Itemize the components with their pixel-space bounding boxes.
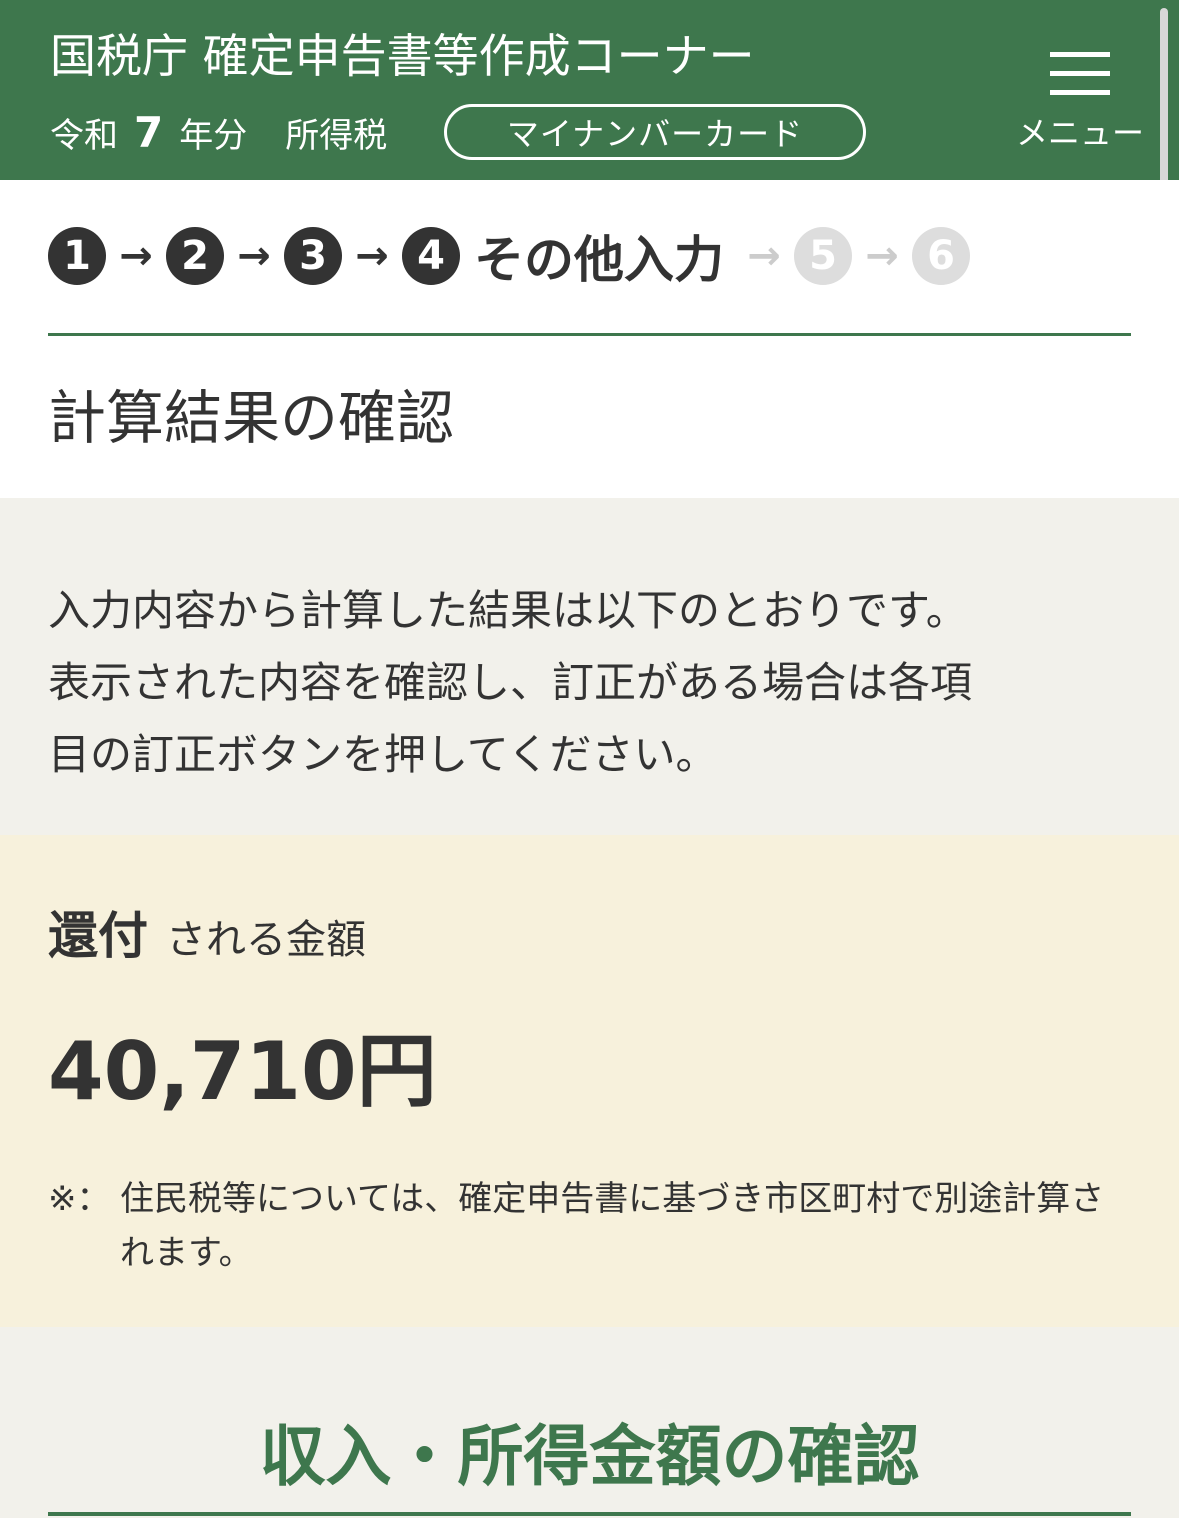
progress-steps: 1 → 2 → 3 → 4 その他入力 → 5 → 6	[48, 226, 970, 289]
refund-amount: 40,710円	[48, 1025, 437, 1118]
section-heading: 収入・所得金額の確認	[259, 1418, 920, 1495]
current-step-label: その他入力	[474, 231, 724, 289]
tax-type-label: 所得税	[285, 115, 388, 156]
step-4-icon: 4	[402, 227, 460, 285]
arrow-right-icon: →	[119, 233, 153, 279]
page-title: 計算結果の確認	[48, 384, 455, 452]
refund-label: される金額	[166, 917, 366, 963]
note-text: 住民税等については、確定申告書に基づき市区町村で別途計算されます。	[120, 1179, 1105, 1273]
refund-title: 還付 される金額	[48, 896, 366, 965]
site-title[interactable]: 国税庁 確定申告書等作成コーナー	[50, 26, 755, 86]
arrow-right-icon: →	[355, 233, 389, 279]
note-mark: ※：	[48, 1179, 111, 1219]
hamburger-icon	[1050, 52, 1110, 96]
refund-label-strong: 還付	[48, 907, 148, 965]
step-6-icon: 6	[912, 227, 970, 285]
menu-label: メニュー	[1015, 114, 1144, 152]
section-divider	[48, 1512, 1131, 1516]
divider	[48, 333, 1131, 336]
year-unit: 年分	[179, 115, 248, 156]
arrow-right-icon: →	[237, 233, 271, 279]
menu-button[interactable]: メニュー	[1010, 46, 1150, 156]
year-value: 7	[134, 107, 164, 157]
step-3-icon: 3	[284, 227, 342, 285]
intro-text: 入力内容から計算した結果は以下のとおりです。 表示された内容を確認し、訂正がある…	[48, 586, 973, 779]
app-header: 国税庁 確定申告書等作成コーナー 令和 7 年分 所得税 マイナンバーカード メ…	[0, 0, 1179, 180]
arrow-right-icon: →	[865, 233, 899, 279]
step-2-icon: 2	[166, 227, 224, 285]
arrow-right-icon: →	[747, 233, 781, 279]
mynumber-card-button[interactable]: マイナンバーカード	[444, 104, 866, 160]
refund-note: ※： 住民税等については、確定申告書に基づき市区町村で別途計算されます。	[48, 1172, 1138, 1280]
step-1-icon: 1	[48, 227, 106, 285]
tax-year-info: 令和 7 年分 所得税	[50, 104, 387, 160]
era-label: 令和	[50, 115, 118, 156]
step-5-icon: 5	[794, 227, 852, 285]
